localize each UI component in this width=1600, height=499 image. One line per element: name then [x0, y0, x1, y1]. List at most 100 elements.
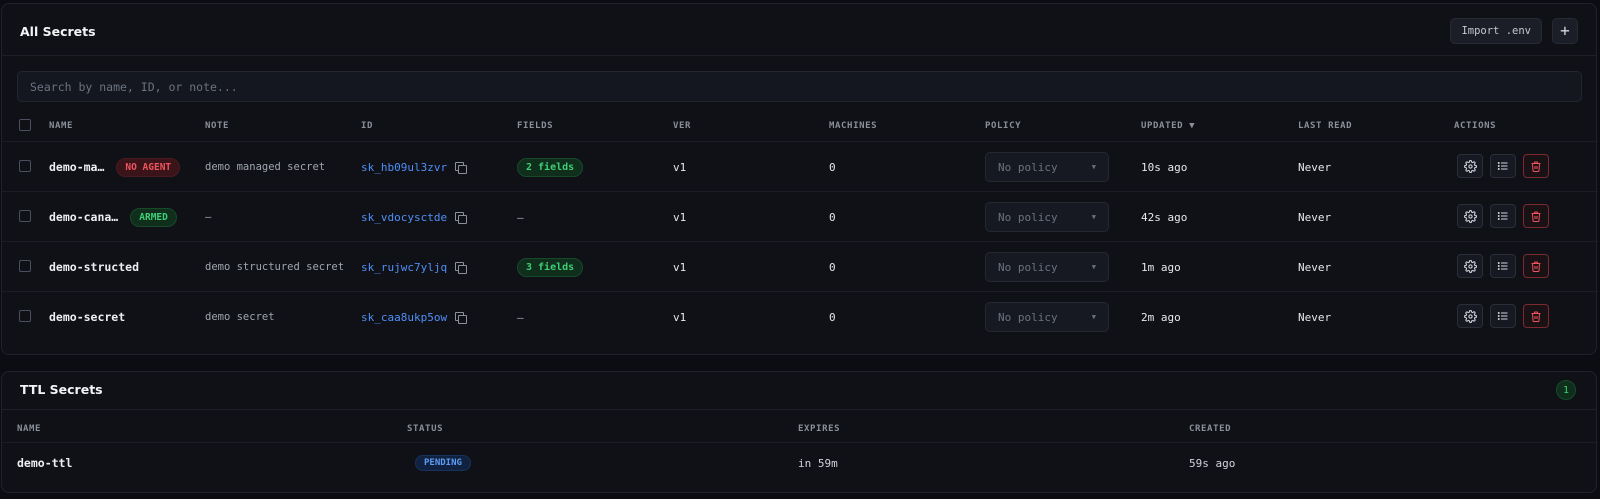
table-row[interactable]: demo-secret demo secret sk_caa8ukp5ow — … [2, 291, 1598, 342]
trash-icon [1530, 260, 1542, 273]
ttl-count-badge: 1 [1556, 380, 1576, 400]
policy-value: No policy [998, 160, 1058, 174]
secret-id-link[interactable]: sk_vdocysctde [361, 211, 447, 224]
ttl-table-row[interactable]: demo-ttl PENDING in 59m 59s ago [2, 442, 1598, 483]
secret-name[interactable]: demo-secret [49, 310, 125, 324]
secret-machines: 0 [829, 310, 836, 324]
table-row[interactable]: demo-ma… NO AGENT demo managed secret sk_… [2, 141, 1598, 192]
ttl-column-header-expires: EXPIRES [798, 424, 841, 434]
history-button[interactable] [1490, 204, 1516, 228]
row-checkbox[interactable] [19, 160, 31, 172]
table-row[interactable]: demo-structed demo structured secret sk_… [2, 241, 1598, 292]
all-secrets-header: All Secrets Import .env + [2, 4, 1596, 56]
fields-empty: — [517, 210, 524, 224]
gear-icon [1463, 259, 1477, 273]
settings-button[interactable] [1457, 204, 1483, 228]
ttl-column-header-status: STATUS [407, 424, 444, 434]
chevron-down-icon: ▼ [1091, 313, 1096, 321]
secret-id-link[interactable]: sk_hb09ul3zvr [361, 161, 447, 174]
settings-button[interactable] [1457, 304, 1483, 328]
policy-select[interactable]: No policy ▼ [985, 252, 1109, 282]
secret-name[interactable]: demo-cana… [49, 210, 118, 224]
column-header-updated[interactable]: UPDATED ▼ [1141, 121, 1195, 131]
all-secrets-title: All Secrets [20, 24, 96, 39]
fields-empty: — [517, 310, 524, 324]
column-header-policy: POLICY [985, 121, 1022, 131]
row-checkbox[interactable] [19, 210, 31, 222]
row-checkbox[interactable] [19, 310, 31, 322]
all-secrets-panel: All Secrets Import .env + NAME NOTE ID F… [1, 3, 1598, 355]
secret-version: v1 [673, 210, 687, 224]
delete-button[interactable] [1523, 204, 1549, 228]
column-header-actions: ACTIONS [1454, 121, 1497, 131]
secret-machines: 0 [829, 160, 836, 174]
copy-icon[interactable] [455, 211, 468, 224]
column-header-note: NOTE [205, 121, 230, 131]
ttl-secrets-panel: TTL Secrets 1 NAME STATUS EXPIRES CREATE… [1, 371, 1598, 493]
add-secret-button[interactable]: + [1552, 18, 1578, 44]
delete-button[interactable] [1523, 304, 1549, 328]
ttl-column-header-created: CREATED [1189, 424, 1232, 434]
history-button[interactable] [1490, 304, 1516, 328]
settings-button[interactable] [1457, 154, 1483, 178]
secret-last-read: Never [1298, 310, 1332, 324]
secret-note: demo structured secret [205, 261, 345, 273]
secret-updated: 42s ago [1141, 210, 1188, 224]
chevron-down-icon: ▼ [1091, 213, 1096, 221]
policy-value: No policy [998, 310, 1058, 324]
policy-select[interactable]: No policy ▼ [985, 202, 1109, 232]
delete-button[interactable] [1523, 254, 1549, 278]
row-checkbox[interactable] [19, 260, 31, 272]
delete-button[interactable] [1523, 154, 1549, 178]
select-all-checkbox[interactable] [19, 119, 31, 131]
secret-note: demo managed secret [205, 161, 326, 173]
policy-select[interactable]: No policy ▼ [985, 302, 1109, 332]
trash-icon [1530, 310, 1542, 323]
secret-last-read: Never [1298, 160, 1332, 174]
column-header-fields: FIELDS [517, 121, 554, 131]
secret-machines: 0 [829, 260, 836, 274]
import-env-button[interactable]: Import .env [1450, 18, 1542, 44]
list-icon [1497, 160, 1509, 172]
secret-name[interactable]: demo-ma… [49, 160, 104, 174]
column-header-machines: MACHINES [829, 121, 878, 131]
ttl-status-badge: PENDING [415, 455, 471, 471]
secret-name[interactable]: demo-structed [49, 260, 139, 274]
column-header-id: ID [361, 121, 374, 131]
history-button[interactable] [1490, 154, 1516, 178]
table-row[interactable]: demo-cana… ARMED — sk_vdocysctde — v1 0 N… [2, 191, 1598, 242]
history-button[interactable] [1490, 254, 1516, 278]
copy-icon[interactable] [455, 161, 468, 174]
gear-icon [1463, 309, 1477, 323]
column-header-last-read: LAST READ [1298, 121, 1353, 131]
secret-machines: 0 [829, 210, 836, 224]
search-input[interactable] [17, 71, 1582, 102]
chevron-down-icon: ▼ [1091, 163, 1096, 171]
fields-badge[interactable]: 2 fields [517, 157, 584, 177]
ttl-created: 59s ago [1189, 456, 1236, 470]
list-icon [1497, 260, 1509, 272]
gear-icon [1463, 159, 1477, 173]
list-icon [1497, 210, 1509, 222]
secret-updated: 1m ago [1141, 260, 1181, 274]
fields-badge[interactable]: 3 fields [517, 257, 584, 277]
secret-updated: 10s ago [1141, 160, 1188, 174]
secret-version: v1 [673, 160, 687, 174]
secret-last-read: Never [1298, 210, 1332, 224]
secret-id-link[interactable]: sk_caa8ukp5ow [361, 311, 447, 324]
secret-version: v1 [673, 310, 687, 324]
secret-status-badge: NO AGENT [116, 157, 181, 177]
settings-button[interactable] [1457, 254, 1483, 278]
copy-icon[interactable] [455, 261, 468, 274]
column-header-name[interactable]: NAME [49, 121, 73, 131]
policy-value: No policy [998, 210, 1058, 224]
trash-icon [1530, 160, 1542, 173]
chevron-down-icon: ▼ [1091, 263, 1096, 271]
secret-last-read: Never [1298, 260, 1332, 274]
ttl-secrets-header: TTL Secrets 1 [2, 372, 1596, 410]
copy-icon[interactable] [455, 311, 468, 324]
column-header-ver: VER [673, 121, 692, 131]
secret-id-link[interactable]: sk_rujwc7yljq [361, 261, 447, 274]
policy-select[interactable]: No policy ▼ [985, 152, 1109, 182]
secret-version: v1 [673, 260, 687, 274]
